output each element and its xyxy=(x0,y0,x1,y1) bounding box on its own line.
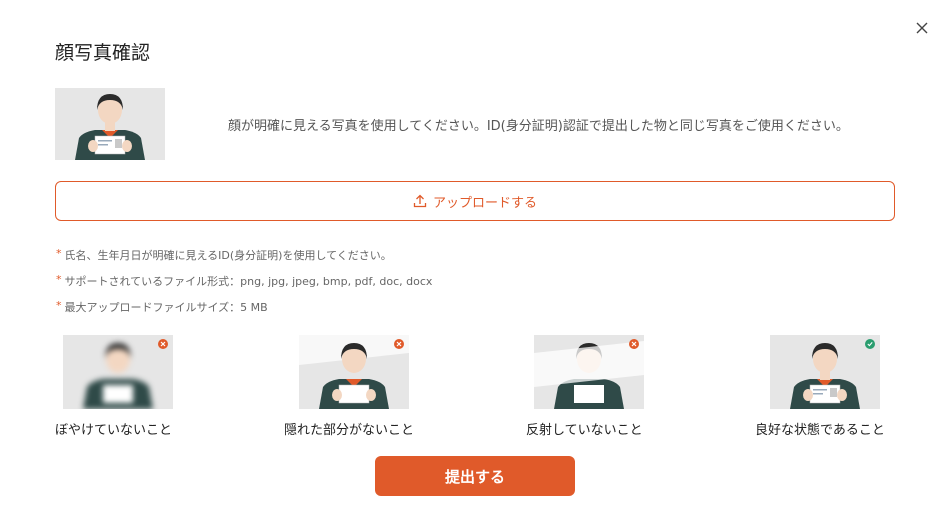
example-label-good: 良好な状態であること xyxy=(755,423,885,438)
dialog-title: 顔写真確認 xyxy=(55,42,151,64)
example-label-reflection: 反射していないこと xyxy=(526,423,643,438)
example-blurry-photo xyxy=(63,335,173,409)
x-icon xyxy=(629,339,639,349)
upload-icon xyxy=(413,194,427,208)
requirement-text: 氏名、生年月日が明確に見えるID(身分証明)を使用してください。 xyxy=(64,249,392,262)
example-reflection-photo xyxy=(534,335,644,409)
upload-button[interactable]: アップロードする xyxy=(55,181,895,221)
example-label-blurry: ぼやけていないこと xyxy=(55,423,173,438)
submit-button[interactable]: 提出する xyxy=(375,456,575,496)
reference-photo xyxy=(55,88,165,160)
example-good-photo xyxy=(770,335,880,409)
requirement-item: * 最大アップロードファイルサイズ：5 MB xyxy=(56,299,432,325)
x-icon xyxy=(158,339,168,349)
requirement-text: サポートされているファイル形式：png, jpg, jpeg, bmp, pdf… xyxy=(64,275,433,288)
photo-instruction: 顔が明確に見える写真を使用してください。ID(身分証明)認証で提出した物と同じ写… xyxy=(228,119,849,134)
requirement-text: 最大アップロードファイルサイズ：5 MB xyxy=(64,301,268,314)
requirements-list: * 氏名、生年月日が明確に見えるID(身分証明)を使用してください。 * サポー… xyxy=(56,247,432,325)
x-icon xyxy=(394,339,404,349)
example-label-covered: 隠れた部分がないこと xyxy=(284,423,415,438)
asterisk: * xyxy=(56,247,62,260)
close-button[interactable] xyxy=(914,20,930,36)
upload-label: アップロードする xyxy=(432,195,537,211)
requirement-item: * 氏名、生年月日が明確に見えるID(身分証明)を使用してください。 xyxy=(56,247,432,273)
asterisk: * xyxy=(56,273,62,286)
example-covered-photo xyxy=(299,335,409,409)
requirement-item: * サポートされているファイル形式：png, jpg, jpeg, bmp, p… xyxy=(56,273,432,299)
close-icon xyxy=(916,22,928,34)
asterisk: * xyxy=(56,299,62,312)
check-icon xyxy=(865,339,875,349)
